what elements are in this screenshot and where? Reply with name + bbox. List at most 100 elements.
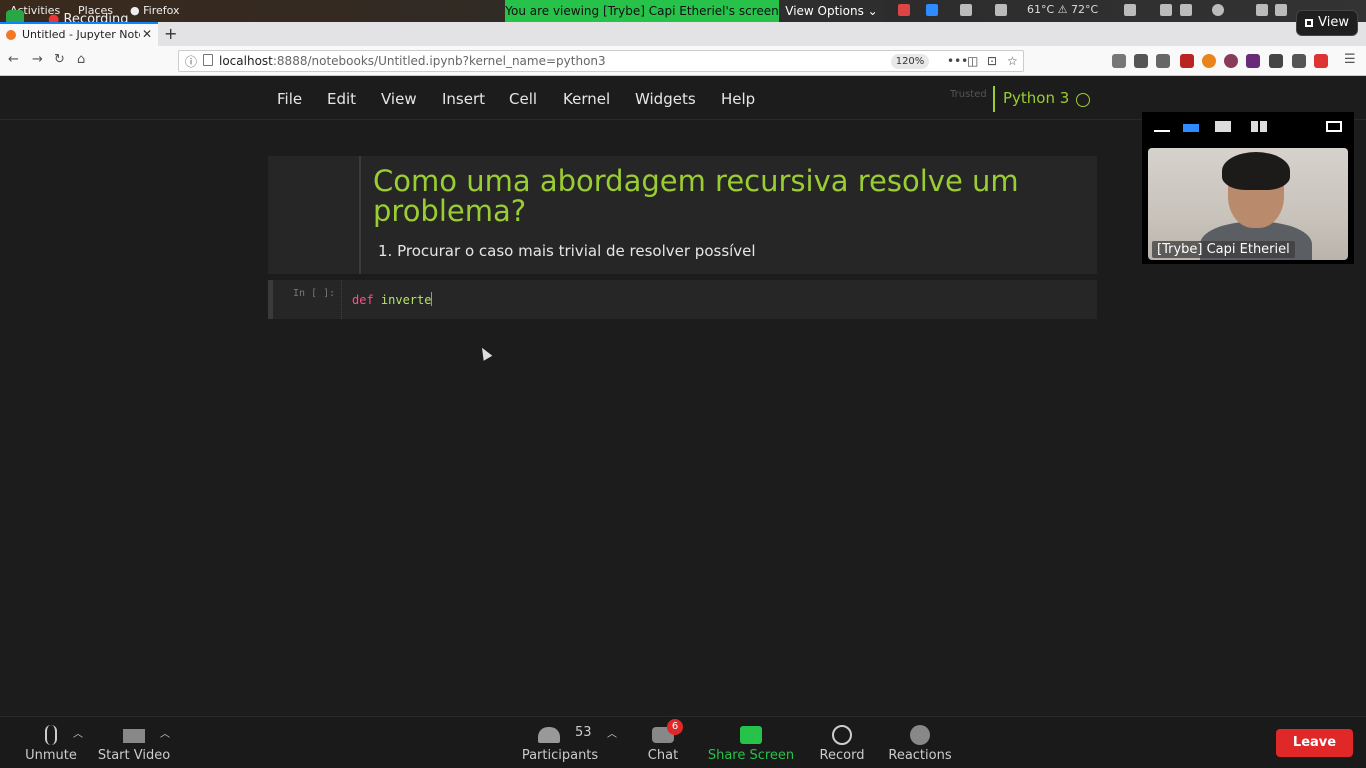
screen: Activities Places ● Firefox ● Recording … xyxy=(0,0,1366,768)
bookmark-star-icon[interactable]: ☆ xyxy=(1007,54,1018,68)
new-tab-icon[interactable]: + xyxy=(164,24,177,43)
page-actions-icon[interactable]: ••• xyxy=(947,54,968,68)
list-item: Procurar o caso mais trivial de resolver… xyxy=(397,242,756,260)
code-cell[interactable]: In [ ]: def inverte xyxy=(268,280,1097,319)
start-video-label: Start Video xyxy=(97,748,171,763)
unmute-label: Unmute xyxy=(25,748,77,763)
video-off-icon xyxy=(123,729,145,743)
share-screen-icon xyxy=(740,726,762,744)
markdown-heading: Como uma abordagem recursiva resolve um … xyxy=(373,164,1019,228)
browser-nav-bar: ← → ↻ ⌂ ⓘ localhost:8888/notebooks/Untit… xyxy=(0,46,1366,76)
reload-icon[interactable]: ↻ xyxy=(54,52,65,67)
participant-name: [Trybe] Capi Etheriel xyxy=(1152,241,1295,258)
leave-button[interactable]: Leave xyxy=(1276,729,1353,757)
markdown-cell[interactable]: Como uma abordagem recursiva resolve um … xyxy=(268,156,1097,274)
zoom-tray-icon[interactable] xyxy=(926,3,938,19)
cell-prompt: In [ ]: xyxy=(293,288,336,299)
camera-icon[interactable] xyxy=(960,3,972,19)
library-icon[interactable] xyxy=(1112,54,1126,68)
extension-red-icon[interactable] xyxy=(1314,54,1328,68)
code-identifier: inverte xyxy=(373,293,432,307)
menu-insert[interactable]: Insert xyxy=(442,90,485,108)
tray-app-icon[interactable] xyxy=(898,3,910,19)
share-screen-button[interactable]: Share Screen xyxy=(706,717,796,768)
volume-icon[interactable] xyxy=(1275,3,1287,19)
extension-purple-icon[interactable] xyxy=(1246,54,1260,68)
grid-icon xyxy=(1305,19,1313,27)
audio-options-chevron-icon[interactable]: ︿ xyxy=(73,725,83,740)
chevron-down-icon: ⌄ xyxy=(867,4,878,18)
browser-tab-strip: Untitled - Jupyter Note ✕ + xyxy=(0,22,1366,46)
menu-file[interactable]: File xyxy=(277,90,302,108)
text-cursor xyxy=(431,292,433,306)
reactions-label: Reactions xyxy=(888,748,952,763)
zoom-level-badge[interactable]: 120% xyxy=(891,54,929,69)
accessibility-icon[interactable] xyxy=(1180,3,1192,19)
home-icon[interactable]: ⌂ xyxy=(77,52,85,67)
code-editor[interactable]: def inverte xyxy=(341,280,1097,319)
kernel-name[interactable]: Python 3 xyxy=(1003,89,1069,107)
firefox-icon: ● xyxy=(130,4,140,17)
reactions-button[interactable]: Reactions xyxy=(886,717,954,768)
chat-label: Chat xyxy=(647,748,679,763)
back-icon[interactable]: ← xyxy=(8,52,19,67)
code-keyword: def xyxy=(352,293,374,307)
menu-view[interactable]: View xyxy=(381,90,417,108)
extension-grid-icon[interactable] xyxy=(1269,54,1283,68)
record-label: Record xyxy=(819,748,865,763)
extension-orange-icon[interactable] xyxy=(1202,54,1216,68)
participants-button[interactable]: 53 Participants xyxy=(520,717,600,768)
participant-hair xyxy=(1222,152,1290,190)
extension-profile-icon[interactable] xyxy=(1224,54,1238,68)
network-icon[interactable] xyxy=(1256,3,1268,19)
close-icon[interactable]: ✕ xyxy=(142,27,152,41)
participants-label: Participants xyxy=(521,748,599,763)
temperature-readout: 61°C ⚠ 72°C xyxy=(1027,3,1099,16)
coffee-icon[interactable] xyxy=(1124,3,1136,19)
browser-tab-jupyter[interactable]: Untitled - Jupyter Note ✕ xyxy=(0,22,158,46)
video-options-chevron-icon[interactable]: ︿ xyxy=(160,725,170,740)
hamburger-menu-icon[interactable]: ☰ xyxy=(1344,52,1356,67)
extension-icon[interactable] xyxy=(1156,54,1170,68)
participant-video[interactable]: [Trybe] Capi Etheriel xyxy=(1148,148,1348,260)
firefox-app-menu[interactable]: ● Firefox xyxy=(130,4,180,17)
side-by-side-icon[interactable] xyxy=(1326,121,1342,132)
minimize-video-icon[interactable] xyxy=(1154,121,1170,132)
status-circle-icon[interactable] xyxy=(1212,3,1224,19)
share-screen-label: Share Screen xyxy=(707,748,795,763)
network-speed-icon[interactable] xyxy=(995,3,1007,19)
cell-divider xyxy=(359,156,361,274)
markdown-list: 1. Procurar o caso mais trivial de resol… xyxy=(378,242,756,260)
chat-unread-badge: 6 xyxy=(667,719,683,735)
code-line: def inverte xyxy=(352,292,433,307)
url-text: localhost:8888/notebooks/Untitled.ipynb?… xyxy=(219,54,606,68)
ublock-icon[interactable] xyxy=(1180,54,1194,68)
screenshot-icon[interactable]: ⊡ xyxy=(987,54,997,68)
menu-kernel[interactable]: Kernel xyxy=(563,90,610,108)
participant-count: 53 xyxy=(575,725,592,740)
video-layout-bar xyxy=(1142,112,1354,142)
menu-cell[interactable]: Cell xyxy=(509,90,537,108)
record-button[interactable]: Record xyxy=(814,717,870,768)
trusted-indicator[interactable]: Trusted xyxy=(950,89,987,100)
address-bar[interactable]: ⓘ localhost:8888/notebooks/Untitled.ipyn… xyxy=(178,50,1024,72)
pocket-icon[interactable]: ◫ xyxy=(967,54,978,68)
tab-title: Untitled - Jupyter Note xyxy=(22,28,140,41)
extensions-puzzle-icon[interactable] xyxy=(1292,54,1306,68)
speaker-view-icon[interactable] xyxy=(1183,124,1199,132)
menu-help[interactable]: Help xyxy=(721,90,755,108)
participants-chevron-icon[interactable]: ︿ xyxy=(607,725,617,740)
keyboard-layout-icon[interactable] xyxy=(1160,3,1172,19)
gallery-view-icon[interactable] xyxy=(1251,121,1267,132)
menu-widgets[interactable]: Widgets xyxy=(635,90,696,108)
url-path: :8888/notebooks/Untitled.ipynb?kernel_na… xyxy=(272,54,606,68)
view-options-button[interactable]: View Options ⌄ xyxy=(779,0,884,22)
menu-edit[interactable]: Edit xyxy=(327,90,356,108)
info-icon[interactable]: ⓘ xyxy=(185,53,197,70)
downloads-icon[interactable] xyxy=(1134,54,1148,68)
gnome-top-bar: Activities Places ● Firefox ● Recording … xyxy=(0,0,1366,27)
forward-icon[interactable]: → xyxy=(32,52,43,67)
url-host: localhost xyxy=(219,54,273,68)
view-button[interactable]: View xyxy=(1296,10,1358,36)
strip-view-icon[interactable] xyxy=(1215,121,1231,132)
